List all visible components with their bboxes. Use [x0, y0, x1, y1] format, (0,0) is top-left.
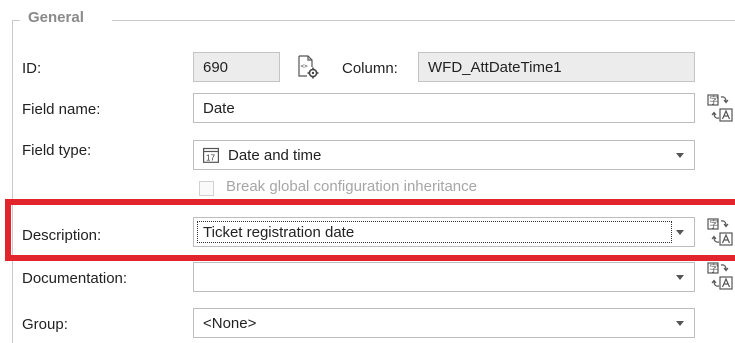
translate-icon[interactable]: 字 — [707, 262, 733, 290]
chevron-down-icon — [676, 153, 684, 158]
column-value: WFD_AttDateTime1 — [428, 58, 562, 76]
translate-icon[interactable]: 字 — [707, 94, 733, 122]
id-value: 690 — [203, 58, 229, 76]
break-inheritance-label: Break global configuration inheritance — [226, 178, 477, 195]
field-type-label: Field type: — [22, 142, 92, 159]
svg-text:<>: <> — [301, 63, 309, 70]
id-label: ID: — [22, 60, 42, 77]
group-value: <None> — [203, 314, 257, 332]
svg-text:字: 字 — [709, 95, 718, 107]
chevron-down-icon — [676, 275, 684, 280]
field-name-input[interactable]: Date — [193, 93, 695, 123]
group-label: Group: — [22, 316, 68, 333]
break-inheritance-checkbox[interactable] — [199, 181, 214, 196]
calendar-icon: 17 — [203, 147, 220, 163]
field-name-label: Field name: — [22, 101, 101, 118]
xml-document-gear-icon[interactable]: <> — [297, 55, 319, 79]
chevron-down-icon — [676, 321, 684, 326]
group-title: General — [28, 9, 84, 26]
documentation-dropdown[interactable] — [193, 262, 695, 292]
group-border-top-right — [112, 20, 735, 21]
group-border-left — [12, 20, 13, 343]
id-field: 690 — [193, 52, 280, 82]
field-type-dropdown[interactable]: 17 Date and time — [193, 140, 695, 170]
documentation-label: Documentation: — [22, 270, 128, 287]
group-dropdown[interactable]: <None> — [193, 308, 695, 338]
field-type-value: Date and time — [228, 146, 322, 164]
column-label: Column: — [342, 60, 398, 77]
column-field: WFD_AttDateTime1 — [418, 52, 695, 82]
field-name-value: Date — [203, 99, 235, 117]
svg-text:字: 字 — [709, 263, 718, 275]
description-highlight-frame — [5, 199, 735, 261]
calendar-icon-text: 17 — [206, 154, 215, 163]
group-border-top-left — [12, 20, 20, 21]
